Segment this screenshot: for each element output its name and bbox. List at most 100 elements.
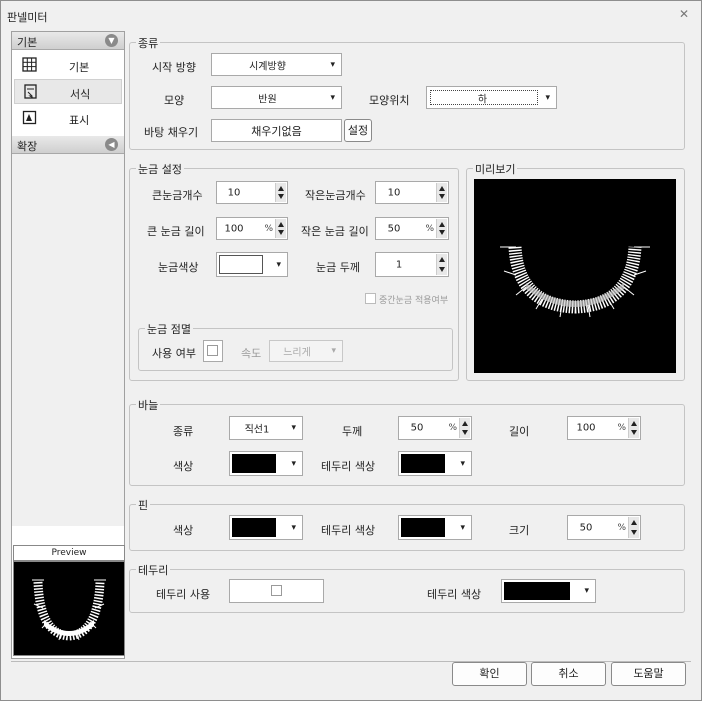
collapse-icon[interactable]: ▼ — [105, 34, 118, 47]
blink-speed-label: 속도 — [241, 347, 262, 360]
minor-length-spinner[interactable]: 50 % — [375, 217, 449, 240]
major-count-spinner[interactable]: 10 — [216, 181, 288, 204]
tick-thickness-label: 눈금 두께 — [316, 261, 360, 274]
border-use-checkbox[interactable] — [271, 585, 282, 596]
gauge-preview — [474, 179, 676, 373]
chevron-down-icon: ▾ — [291, 458, 296, 469]
needle-thickness-spinner[interactable]: 50 % — [398, 416, 472, 440]
minor-count-label: 작은눈금개수 — [305, 189, 366, 202]
gauge-preview-drawing — [500, 246, 650, 318]
needle-border-color-label: 테두리 색상 — [321, 460, 376, 473]
border-use-checkbox-frame[interactable] — [229, 579, 324, 603]
shape-select[interactable]: 반원 ▾ — [211, 86, 342, 109]
blink-use-checkbox-frame[interactable] — [203, 340, 223, 362]
fill-value: 채우기없음 — [251, 124, 302, 138]
nav-empty-area — [12, 136, 124, 526]
tick-color-picker[interactable]: ▾ — [216, 252, 288, 277]
category-basic[interactable]: 기본 ▼ — [12, 32, 124, 50]
nav-item-basic[interactable]: 기본 — [14, 53, 122, 78]
major-length-value: 100 — [224, 223, 244, 234]
percent-unit: % — [448, 423, 457, 433]
apply-middle-tick-checkbox[interactable] — [365, 293, 376, 304]
needle-color-swatch — [232, 454, 276, 473]
spinner-arrows-icon[interactable] — [628, 418, 639, 438]
needle-type-label: 종류 — [173, 425, 194, 438]
tick-settings-title: 눈금 설정 — [136, 161, 184, 177]
fill-field[interactable]: 채우기없음 — [211, 119, 342, 142]
pin-color-label: 색상 — [173, 524, 194, 537]
needle-type-value: 직선1 — [244, 424, 270, 436]
spinner-arrows-icon[interactable] — [459, 418, 470, 438]
preview-thumbnail — [13, 561, 125, 656]
tick-thickness-value: 1 — [395, 259, 403, 270]
category-extension-label: 확장 — [17, 140, 38, 153]
border-color-swatch — [504, 582, 570, 600]
shape-value: 반원 — [258, 94, 277, 105]
help-button[interactable]: 도움말 — [611, 662, 686, 686]
tick-blink-title: 눈금 점멸 — [145, 321, 193, 337]
spinner-arrows-icon[interactable] — [436, 183, 447, 202]
pin-border-color-label: 테두리 색상 — [321, 524, 376, 537]
shape-position-select[interactable]: 하 ▾ — [426, 86, 557, 109]
needle-group-title: 바늘 — [136, 397, 161, 413]
pin-color-picker[interactable]: ▾ — [229, 515, 303, 540]
needle-type-select[interactable]: 직선1 ▾ — [229, 416, 303, 440]
percent-unit: % — [425, 223, 434, 234]
border-color-label: 테두리 색상 — [427, 588, 482, 601]
spinner-arrows-icon[interactable] — [275, 183, 286, 202]
pin-size-spinner[interactable]: 50 % — [567, 515, 641, 540]
preview-group-title: 미리보기 — [473, 161, 518, 177]
start-direction-select[interactable]: 시계방향 ▾ — [211, 53, 342, 76]
needle-length-value: 100 — [576, 422, 596, 434]
needle-length-label: 길이 — [509, 425, 530, 438]
fill-settings-button[interactable]: 설정 — [344, 119, 372, 142]
spinner-arrows-icon[interactable] — [275, 219, 286, 238]
spinner-arrows-icon[interactable] — [436, 219, 447, 238]
format-icon — [23, 84, 38, 99]
blink-speed-value: 느리게 — [283, 347, 311, 359]
minor-length-label: 작은 눈금 길이 — [301, 225, 369, 238]
percent-unit: % — [617, 522, 626, 533]
close-icon[interactable]: ✕ — [679, 7, 689, 21]
pin-color-swatch — [232, 518, 276, 537]
major-length-label: 큰 눈금 길이 — [147, 225, 205, 238]
chevron-down-icon: ▾ — [331, 346, 336, 356]
spinner-arrows-icon[interactable] — [436, 254, 447, 275]
tick-color-label: 눈금색상 — [158, 261, 199, 274]
spinner-arrows-icon[interactable] — [628, 517, 639, 538]
blink-use-checkbox[interactable] — [207, 345, 218, 356]
display-icon — [22, 110, 37, 125]
expand-icon[interactable]: ◀ — [105, 138, 118, 151]
nav-item-format[interactable]: 서식 — [14, 79, 122, 104]
tick-thickness-spinner[interactable]: 1 — [375, 252, 449, 277]
major-count-label: 큰눈금개수 — [152, 189, 203, 202]
apply-middle-tick-label: 중간눈금 적용여부 — [379, 296, 449, 306]
minor-count-spinner[interactable]: 10 — [375, 181, 449, 204]
major-length-spinner[interactable]: 100 % — [216, 217, 288, 240]
pin-border-color-swatch — [401, 518, 445, 537]
blink-speed-select[interactable]: 느리게 ▾ — [269, 340, 343, 362]
pin-group-title: 핀 — [136, 497, 151, 513]
chevron-down-icon: ▾ — [460, 458, 465, 469]
border-group-title: 테두리 — [136, 562, 171, 578]
pin-border-color-picker[interactable]: ▾ — [398, 515, 472, 540]
chevron-down-icon: ▾ — [460, 522, 465, 533]
category-extension[interactable]: 확장 ◀ — [12, 136, 124, 154]
nav-item-display[interactable]: 표시 — [14, 106, 122, 131]
ok-button[interactable]: 확인 — [452, 662, 527, 686]
border-color-picker[interactable]: ▾ — [501, 579, 596, 603]
chevron-down-icon: ▾ — [584, 586, 589, 596]
needle-border-color-picker[interactable]: ▾ — [398, 451, 472, 476]
cancel-button[interactable]: 취소 — [531, 662, 606, 686]
percent-unit: % — [264, 223, 273, 234]
start-direction-label: 시작 방향 — [152, 61, 196, 74]
category-basic-label: 기본 — [17, 36, 38, 49]
preview-thumbnail-header: Preview — [13, 545, 125, 561]
chevron-down-icon: ▾ — [330, 92, 335, 103]
chevron-down-icon: ▾ — [291, 522, 296, 533]
needle-length-spinner[interactable]: 100 % — [567, 416, 641, 440]
needle-color-label: 색상 — [173, 460, 194, 473]
needle-color-picker[interactable]: ▾ — [229, 451, 303, 476]
border-use-label: 테두리 사용 — [156, 588, 211, 601]
tick-color-swatch — [219, 255, 263, 274]
